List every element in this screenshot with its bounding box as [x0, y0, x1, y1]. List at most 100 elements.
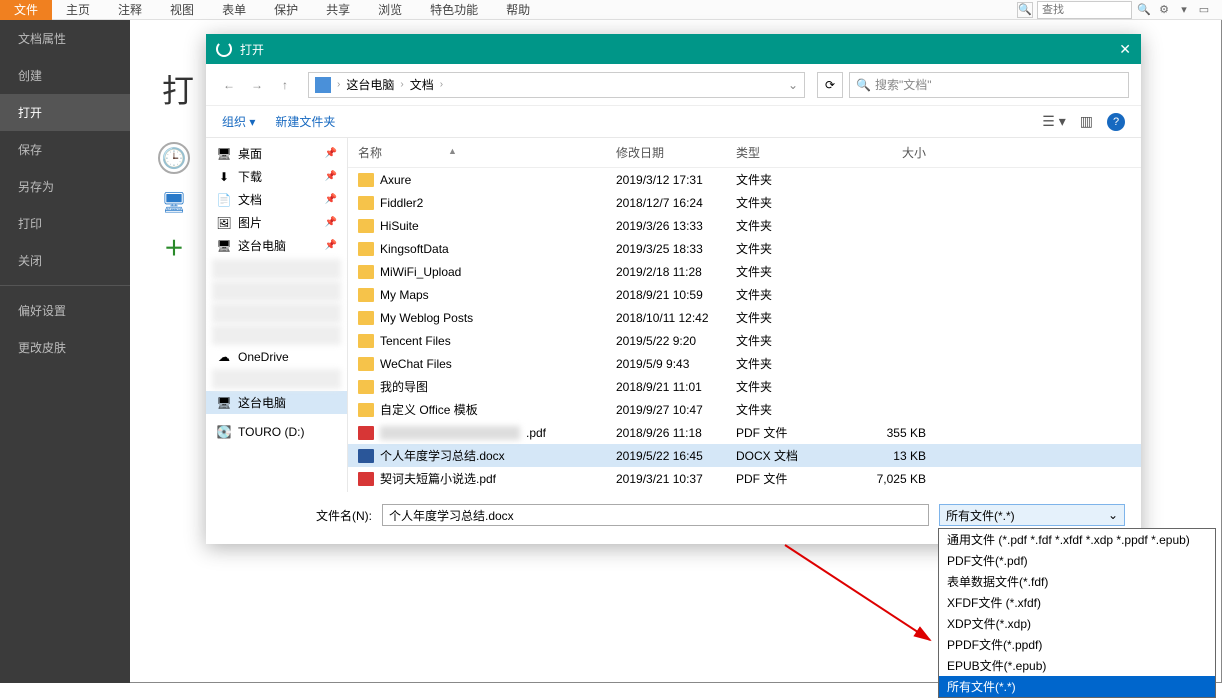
- pc-icon: 🖥: [216, 396, 232, 410]
- tree-item-downloads[interactable]: ⬇下载📌: [206, 165, 347, 188]
- tab-share[interactable]: 共享: [312, 0, 364, 20]
- tab-form[interactable]: 表单: [208, 0, 260, 20]
- file-row[interactable]: .pdf2018/9/26 11:18PDF 文件355 KB: [348, 421, 1141, 444]
- file-date: 2018/9/26 11:18: [616, 426, 736, 440]
- nav-up-icon[interactable]: ↑: [274, 74, 296, 96]
- file-name: My Weblog Posts: [380, 311, 473, 325]
- tree-item-thispc-sel[interactable]: 🖥这台电脑: [206, 391, 347, 414]
- sidebar-item-print[interactable]: 打印: [0, 205, 130, 242]
- crumb-sep-icon: ›: [440, 79, 443, 90]
- file-row[interactable]: 个人年度学习总结.docx2019/5/22 16:45DOCX 文档13 KB: [348, 444, 1141, 467]
- picture-icon: 🖼: [216, 216, 232, 230]
- filetype-option[interactable]: EPUB文件(*.epub): [939, 655, 1215, 676]
- file-type: PDF 文件: [736, 424, 856, 441]
- col-name[interactable]: 名称▲: [358, 144, 616, 161]
- filename-input[interactable]: [382, 504, 929, 526]
- file-row[interactable]: MiWiFi_Upload2019/2/18 11:28文件夹: [348, 260, 1141, 283]
- search-go-icon[interactable]: 🔍: [1136, 2, 1152, 18]
- file-row[interactable]: 我的导图2018/9/21 11:01文件夹: [348, 375, 1141, 398]
- folder-tree: 🖥桌面📌 ⬇下载📌 📄文档📌 🖼图片📌 🖥这台电脑📌 ☁OneDrive 🖥这台…: [206, 138, 348, 492]
- tree-item-blurred: [212, 281, 341, 301]
- crumb-folder[interactable]: 文档: [410, 76, 434, 93]
- sidebar-item-properties[interactable]: 文档属性: [0, 20, 130, 57]
- pin-icon: 📌: [325, 240, 337, 251]
- sidebar-item-create[interactable]: 创建: [0, 57, 130, 94]
- file-size: 7,025 KB: [856, 472, 926, 486]
- filetype-select[interactable]: 所有文件(*.*) ⌄: [939, 504, 1125, 526]
- file-date: 2018/12/7 16:24: [616, 196, 736, 210]
- dialog-navbar: ← → ↑ › 这台电脑 › 文档 › ⌄ ⟳ 🔍 搜索"文档": [206, 64, 1141, 106]
- filetype-option[interactable]: PPDF文件(*.ppdf): [939, 634, 1215, 655]
- organize-button[interactable]: 组织 ▾: [222, 113, 255, 130]
- chevron-down-icon: ⌄: [1108, 508, 1118, 522]
- dialog-titlebar[interactable]: 打开 ✕: [206, 34, 1141, 64]
- crumb-dropdown-icon[interactable]: ⌄: [788, 78, 798, 92]
- file-row[interactable]: 自定义 Office 模板2019/9/27 10:47文件夹: [348, 398, 1141, 421]
- tab-help[interactable]: 帮助: [492, 0, 544, 20]
- file-row[interactable]: KingsoftData2019/3/25 18:33文件夹: [348, 237, 1141, 260]
- file-row[interactable]: My Weblog Posts2018/10/11 12:42文件夹: [348, 306, 1141, 329]
- dialog-search[interactable]: 🔍 搜索"文档": [849, 72, 1129, 98]
- tab-feature[interactable]: 特色功能: [416, 0, 492, 20]
- file-row[interactable]: Fiddler22018/12/7 16:24文件夹: [348, 191, 1141, 214]
- filetype-option[interactable]: 表单数据文件(*.fdf): [939, 571, 1215, 592]
- tree-item-desktop[interactable]: 🖥桌面📌: [206, 142, 347, 165]
- file-row[interactable]: HiSuite2019/3/26 13:33文件夹: [348, 214, 1141, 237]
- refresh-icon[interactable]: ⟳: [817, 72, 843, 98]
- newfolder-button[interactable]: 新建文件夹: [275, 113, 335, 130]
- col-type[interactable]: 类型: [736, 144, 856, 161]
- filetype-option[interactable]: PDF文件(*.pdf): [939, 550, 1215, 571]
- tree-item-thispc[interactable]: 🖥这台电脑📌: [206, 234, 347, 257]
- computer-icon: 🖥: [158, 186, 190, 218]
- sidebar-item-save[interactable]: 保存: [0, 131, 130, 168]
- drive-icon: 💽: [216, 425, 232, 439]
- sidebar-item-saveas[interactable]: 另存为: [0, 168, 130, 205]
- file-size: 13 KB: [856, 449, 926, 463]
- file-date: 2019/2/18 11:28: [616, 265, 736, 279]
- file-type: 文件夹: [736, 332, 856, 349]
- tab-annotate[interactable]: 注释: [104, 0, 156, 20]
- file-name: 个人年度学习总结.docx: [380, 447, 505, 464]
- sidebar-item-prefs[interactable]: 偏好设置: [0, 292, 130, 329]
- breadcrumb[interactable]: › 这台电脑 › 文档 › ⌄: [308, 72, 805, 98]
- col-date[interactable]: 修改日期: [616, 144, 736, 161]
- help-icon[interactable]: ?: [1107, 113, 1125, 131]
- tree-item-onedrive[interactable]: ☁OneDrive: [206, 347, 347, 367]
- crumb-sep-icon: ›: [337, 79, 340, 90]
- file-row[interactable]: 契诃夫短篇小说选.pdf2019/3/21 10:37PDF 文件7,025 K…: [348, 467, 1141, 490]
- top-search-input[interactable]: [1037, 1, 1132, 19]
- sidebar-item-close[interactable]: 关闭: [0, 242, 130, 279]
- tree-item-drive[interactable]: 💽TOURO (D:): [206, 422, 347, 442]
- filetype-option[interactable]: 通用文件 (*.pdf *.fdf *.xfdf *.xdp *.ppdf *.…: [939, 529, 1215, 550]
- col-size[interactable]: 大小: [856, 144, 926, 161]
- view-icon[interactable]: ▭: [1196, 2, 1212, 18]
- file-row[interactable]: Axure2019/3/12 17:31文件夹: [348, 168, 1141, 191]
- tree-item-documents[interactable]: 📄文档📌: [206, 188, 347, 211]
- file-row[interactable]: WeChat Files2019/5/9 9:43文件夹: [348, 352, 1141, 375]
- dialog-title: 打开: [240, 41, 264, 58]
- tab-file[interactable]: 文件: [0, 0, 52, 20]
- sidebar-item-skin[interactable]: 更改皮肤: [0, 329, 130, 366]
- crumb-pc[interactable]: 这台电脑: [346, 76, 394, 93]
- filetype-option[interactable]: XFDF文件 (*.xfdf): [939, 592, 1215, 613]
- crumb-sep-icon: ›: [400, 79, 403, 90]
- tab-home[interactable]: 主页: [52, 0, 104, 20]
- nav-back-icon[interactable]: ←: [218, 74, 240, 96]
- nav-forward-icon[interactable]: →: [246, 74, 268, 96]
- search-tool-icon[interactable]: 🔍: [1017, 2, 1033, 18]
- view-preview-icon[interactable]: ▥: [1080, 113, 1093, 130]
- more-icon[interactable]: ▾: [1176, 2, 1192, 18]
- gear-icon[interactable]: ⚙: [1156, 2, 1172, 18]
- file-row[interactable]: Tencent Files2019/5/22 9:20文件夹: [348, 329, 1141, 352]
- tab-view[interactable]: 视图: [156, 0, 208, 20]
- folder-icon: [358, 311, 374, 325]
- file-row[interactable]: My Maps2018/9/21 10:59文件夹: [348, 283, 1141, 306]
- tab-browse[interactable]: 浏览: [364, 0, 416, 20]
- sidebar-item-open[interactable]: 打开: [0, 94, 130, 131]
- tree-item-pictures[interactable]: 🖼图片📌: [206, 211, 347, 234]
- view-list-icon[interactable]: ☰ ▾: [1042, 113, 1065, 130]
- tab-protect[interactable]: 保护: [260, 0, 312, 20]
- filetype-option[interactable]: XDP文件(*.xdp): [939, 613, 1215, 634]
- close-icon[interactable]: ✕: [1119, 41, 1131, 58]
- filetype-option[interactable]: 所有文件(*.*): [939, 676, 1215, 697]
